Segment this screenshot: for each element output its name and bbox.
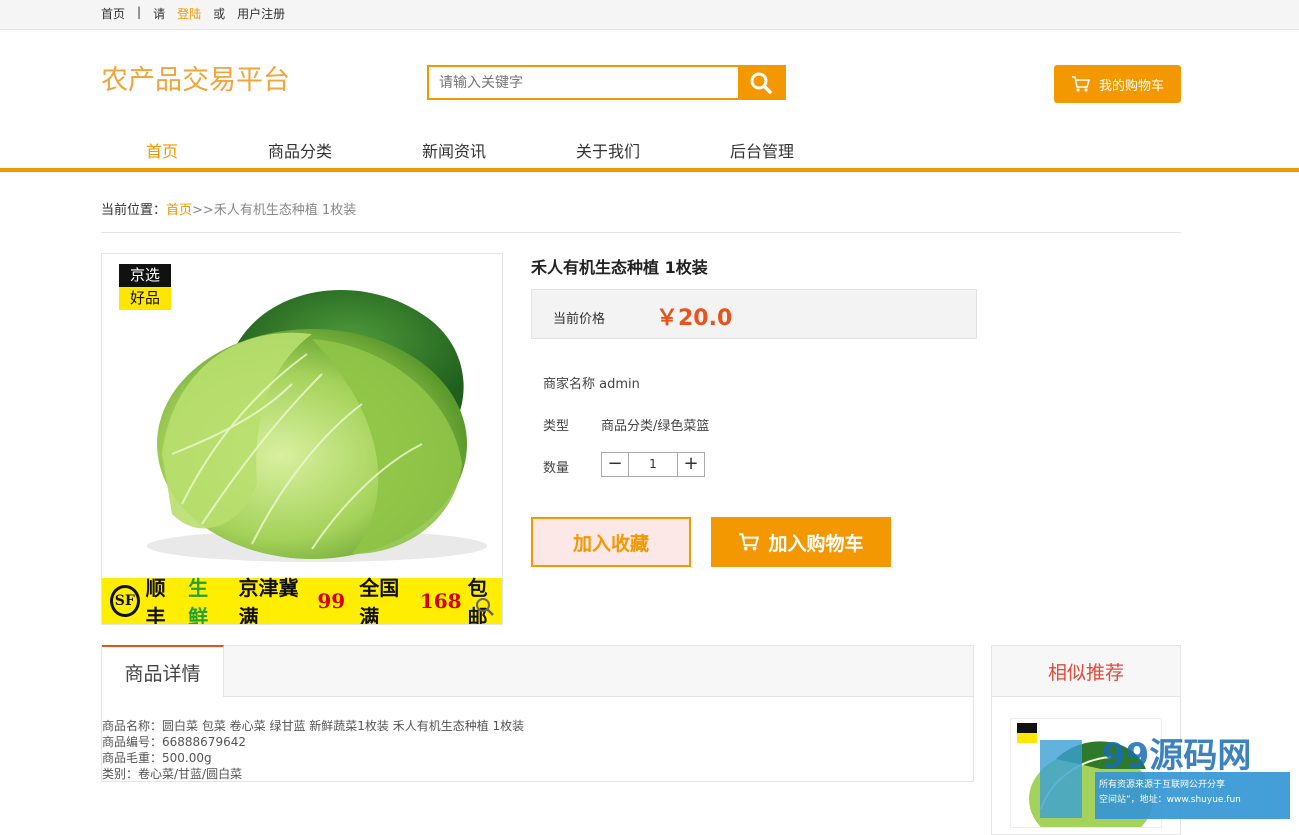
product-image[interactable]: 京选 好品 SF 顺丰 生鲜 京津冀满 99 全国满 168 包邮 xyxy=(101,253,503,625)
detail-line: 商品编号：66888679642 xyxy=(102,735,246,749)
cart-icon xyxy=(1071,76,1091,92)
nav-item-admin[interactable]: 后台管理 xyxy=(730,138,794,162)
login-link[interactable]: 登陆 xyxy=(177,5,201,22)
site-logo-text[interactable]: 农产品交易平台 xyxy=(101,58,290,97)
watermark-line-2: 空间站”，地址：www.shuyue.fun xyxy=(1099,795,1241,805)
top-home-link[interactable]: 首页 xyxy=(101,5,125,22)
nav-item-categories[interactable]: 商品分类 xyxy=(268,138,332,162)
price-box: 当前价格 ￥20.0 xyxy=(531,289,977,339)
add-to-cart-label: 加入购物车 xyxy=(768,532,864,555)
top-please-text: 请 xyxy=(153,7,166,21)
qty-input[interactable]: 1 xyxy=(628,453,678,476)
watermark-logo: 99源码网 xyxy=(1102,736,1252,776)
tab-product-detail[interactable]: 商品详情 xyxy=(102,645,224,697)
price-value: ￥20.0 xyxy=(656,306,733,331)
top-links: 首页 | 请 登陆 或 用户注册 xyxy=(101,5,285,22)
qty-plus-button[interactable]: + xyxy=(678,453,704,476)
type-value: 商品分类/绿色菜篮 xyxy=(601,419,710,434)
nav-item-about[interactable]: 关于我们 xyxy=(576,138,640,162)
shipping-banner: SF 顺丰 生鲜 京津冀满 99 全国满 168 包邮 xyxy=(102,576,502,624)
merchant-name: 商家名称 admin xyxy=(543,377,640,392)
recommend-title: 相似推荐 xyxy=(992,646,1180,697)
divider xyxy=(101,232,1181,233)
banner-text-6: 168 xyxy=(419,589,462,613)
price-label: 当前价格 xyxy=(553,312,606,327)
search-button[interactable] xyxy=(738,67,784,98)
register-link[interactable]: 用户注册 xyxy=(237,5,285,22)
detail-tabs xyxy=(102,646,973,697)
search-icon xyxy=(750,72,772,94)
banner-text-1: 顺丰 xyxy=(145,576,166,625)
qty-minus-button[interactable]: − xyxy=(602,453,628,476)
product-title: 禾人有机生态种植 1枚装 xyxy=(531,258,708,277)
badge-top: 京选 xyxy=(119,264,171,287)
breadcrumb-current: >>禾人有机生态种植 1枚装 xyxy=(192,203,357,218)
type-label: 类型 xyxy=(543,419,570,434)
watermark-caption: 所有资源来源于互联网公开分享 空间站”，地址：www.shuyue.fun xyxy=(1095,772,1290,819)
quantity-stepper: − 1 + xyxy=(601,452,705,477)
nav-item-news[interactable]: 新闻资讯 xyxy=(422,138,486,162)
watermark: 99源码网 所有资源来源于互联网公开分享 空间站”，地址：www.shuyue.… xyxy=(1040,728,1299,819)
add-favorite-label: 加入收藏 xyxy=(572,532,649,555)
top-separator: | xyxy=(137,5,142,19)
jingxuan-badge: 京选 好品 xyxy=(119,264,171,310)
banner-text-4: 99 xyxy=(317,589,346,613)
watermark-m-shape xyxy=(1040,740,1082,818)
detail-text: 商品名称：圆白菜 包菜 卷心菜 绿甘蓝 新鲜蔬菜1枚装 禾人有机生态种植 1枚装… xyxy=(102,718,524,782)
main-nav: 首页 商品分类 新闻资讯 关于我们 后台管理 xyxy=(0,132,1299,172)
detail-line: 商品毛重：500.00g xyxy=(102,751,212,765)
zoom-icon[interactable] xyxy=(474,596,496,618)
add-to-cart-button[interactable]: 加入购物车 xyxy=(711,517,891,567)
badge-bottom: 好品 xyxy=(119,287,171,310)
nav-item-home[interactable]: 首页 xyxy=(146,138,178,162)
breadcrumb-home-link[interactable]: 首页 xyxy=(166,203,192,218)
breadcrumb: 当前位置：首页>>禾人有机生态种植 1枚装 xyxy=(101,199,356,218)
banner-text-5: 全国满 xyxy=(359,576,400,625)
banner-text-3: 京津冀满 xyxy=(238,576,299,625)
top-bar: 首页 | 请 登陆 或 用户注册 xyxy=(0,0,1299,30)
quantity-label: 数量 xyxy=(543,461,570,476)
banner-text-2: 生鲜 xyxy=(188,576,209,625)
search-box xyxy=(427,65,786,100)
watermark-line-1: 所有资源来源于互联网公开分享 xyxy=(1099,780,1226,790)
add-favorite-button[interactable]: 加入收藏 xyxy=(531,517,691,567)
my-cart-label: 我的购物车 xyxy=(1098,78,1164,94)
my-cart-button[interactable]: 我的购物车 xyxy=(1054,65,1181,103)
cart-icon xyxy=(739,533,760,551)
product-detail-panel: 商品详情 商品名称：圆白菜 包菜 卷心菜 绿甘蓝 新鲜蔬菜1枚装 禾人有机生态种… xyxy=(101,645,974,782)
sf-logo: SF xyxy=(110,585,140,617)
breadcrumb-prefix: 当前位置： xyxy=(101,203,167,218)
detail-line: 商品名称：圆白菜 包菜 卷心菜 绿甘蓝 新鲜蔬菜1枚装 禾人有机生态种植 1枚装 xyxy=(102,719,525,733)
search-input[interactable] xyxy=(439,67,729,98)
top-or-text: 或 xyxy=(213,7,226,21)
detail-line: 类别：卷心菜/甘蓝/圆白菜 xyxy=(102,767,243,781)
